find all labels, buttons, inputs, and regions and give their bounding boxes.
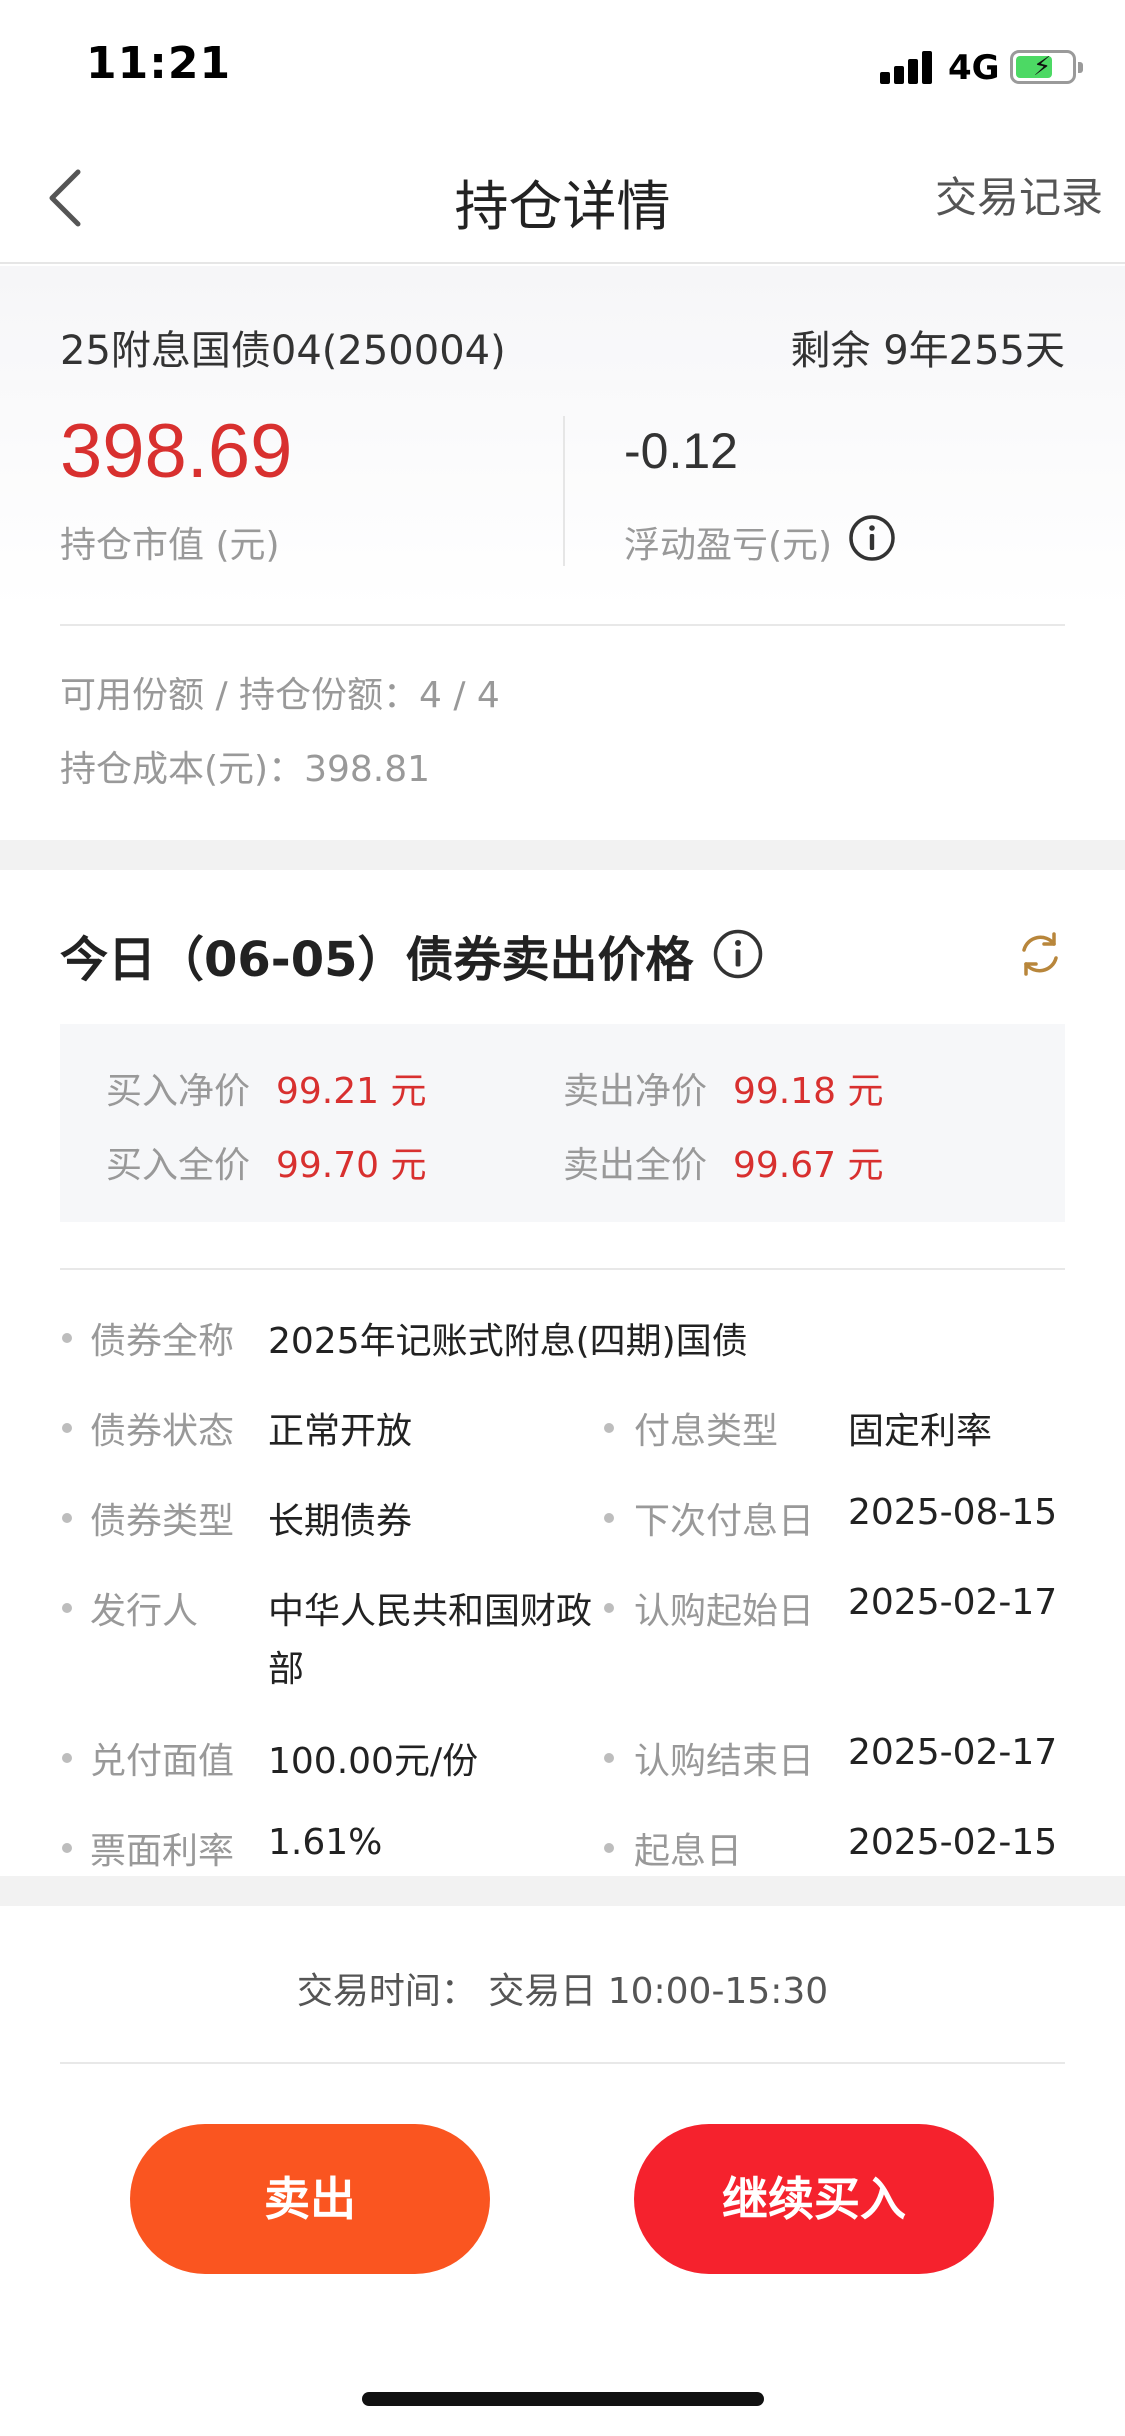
sell-full-price-label: 卖出全价 bbox=[563, 1145, 708, 1186]
bullet-dot bbox=[62, 1333, 72, 1343]
full-name-label: 债券全称 bbox=[90, 1321, 235, 1362]
bullet-dot bbox=[604, 1423, 614, 1433]
buy-full-price-label: 买入全价 bbox=[106, 1145, 251, 1186]
status-bar: 11:21 4G ⚡ bbox=[0, 0, 1125, 132]
issuer-value-line2: 部 bbox=[268, 1649, 305, 1690]
coupon-rate-label: 票面利率 bbox=[90, 1831, 235, 1872]
subscription-start-value: 2025-02-17 bbox=[848, 1582, 1058, 1623]
price-section-title: 今日（06-05）债券卖出价格 bbox=[60, 932, 694, 988]
status-label: 债券状态 bbox=[90, 1411, 235, 1452]
bullet-dot bbox=[62, 1843, 72, 1853]
full-name-value: 2025年记账式附息(四期)国债 bbox=[268, 1321, 748, 1362]
divider bbox=[60, 2062, 1065, 2064]
cost-info: 持仓成本(元)：398.81 bbox=[60, 749, 431, 790]
bullet-dot bbox=[604, 1603, 614, 1613]
refresh-icon[interactable] bbox=[1014, 928, 1066, 980]
status-value: 正常开放 bbox=[268, 1411, 413, 1452]
info-icon[interactable] bbox=[848, 514, 896, 562]
bond-type-value: 长期债券 bbox=[268, 1501, 413, 1542]
bullet-dot bbox=[62, 1603, 72, 1613]
trading-hours: 交易时间： 交易日 10:00-15:30 bbox=[296, 1971, 829, 2012]
bullet-dot bbox=[604, 1843, 614, 1853]
divider bbox=[60, 1268, 1065, 1270]
divider bbox=[60, 624, 1065, 626]
next-payment-label: 下次付息日 bbox=[634, 1501, 815, 1542]
subscription-end-label: 认购结束日 bbox=[634, 1741, 815, 1782]
section-separator bbox=[0, 1876, 1125, 1906]
bullet-dot bbox=[62, 1513, 72, 1523]
next-payment-value: 2025-08-15 bbox=[848, 1492, 1058, 1533]
divider bbox=[563, 416, 565, 566]
issuer-label: 发行人 bbox=[90, 1591, 199, 1632]
remaining-term: 剩余 9年255天 bbox=[790, 328, 1065, 374]
signal-icon bbox=[880, 50, 936, 84]
sell-net-price-value: 99.18 元 bbox=[733, 1071, 884, 1112]
shares-info: 可用份额 / 持仓份额：4 / 4 bbox=[60, 675, 500, 716]
sell-full-price-value: 99.67 元 bbox=[733, 1145, 884, 1186]
issuer-value: 中华人民共和国财政 bbox=[268, 1591, 593, 1632]
home-indicator bbox=[362, 2392, 764, 2406]
interest-type-label: 付息类型 bbox=[634, 1411, 779, 1452]
value-date-label: 起息日 bbox=[634, 1831, 743, 1872]
subscription-end-value: 2025-02-17 bbox=[848, 1732, 1058, 1773]
market-value: 398.69 bbox=[60, 409, 293, 494]
sell-net-price-label: 卖出净价 bbox=[563, 1071, 708, 1112]
price-box: 买入净价 99.21 元 卖出净价 99.18 元 买入全价 99.70 元 卖… bbox=[60, 1024, 1065, 1222]
trade-records-link[interactable]: 交易记录 bbox=[935, 164, 1103, 225]
info-icon[interactable] bbox=[712, 928, 764, 980]
buy-full-price-value: 99.70 元 bbox=[276, 1145, 427, 1186]
bond-name: 25附息国债04(250004) bbox=[60, 328, 506, 374]
nav-bar: 持仓详情 交易记录 bbox=[0, 132, 1125, 264]
status-time: 11:21 bbox=[86, 38, 232, 89]
buy-more-button[interactable]: 继续买入 bbox=[634, 2124, 994, 2274]
market-value-label: 持仓市值 (元) bbox=[60, 525, 280, 566]
face-value-label: 兑付面值 bbox=[90, 1741, 235, 1782]
bullet-dot bbox=[604, 1753, 614, 1763]
bond-type-label: 债券类型 bbox=[90, 1501, 235, 1542]
value-date-value: 2025-02-15 bbox=[848, 1822, 1058, 1863]
sell-button[interactable]: 卖出 bbox=[130, 2124, 490, 2274]
bullet-dot bbox=[62, 1423, 72, 1433]
face-value-value: 100.00元/份 bbox=[268, 1741, 479, 1782]
bullet-dot bbox=[604, 1513, 614, 1523]
buy-net-price-value: 99.21 元 bbox=[276, 1071, 427, 1112]
section-separator bbox=[0, 840, 1125, 870]
coupon-rate-value: 1.61% bbox=[268, 1822, 383, 1863]
battery-icon: ⚡ bbox=[1010, 50, 1083, 84]
bullet-dot bbox=[62, 1753, 72, 1763]
floating-pl-label: 浮动盈亏(元) bbox=[624, 525, 833, 566]
subscription-start-label: 认购起始日 bbox=[634, 1591, 815, 1632]
network-label: 4G bbox=[948, 48, 1000, 88]
bond-details: 债券全称 2025年记账式附息(四期)国债 债券状态 正常开放 付息类型 固定利… bbox=[0, 1290, 1125, 1876]
position-summary: 25附息国债04(250004) 剩余 9年255天 398.69 持仓市值 (… bbox=[0, 266, 1125, 840]
floating-pl-value: -0.12 bbox=[624, 423, 738, 479]
interest-type-value: 固定利率 bbox=[848, 1411, 993, 1452]
buy-net-price-label: 买入净价 bbox=[106, 1071, 251, 1112]
